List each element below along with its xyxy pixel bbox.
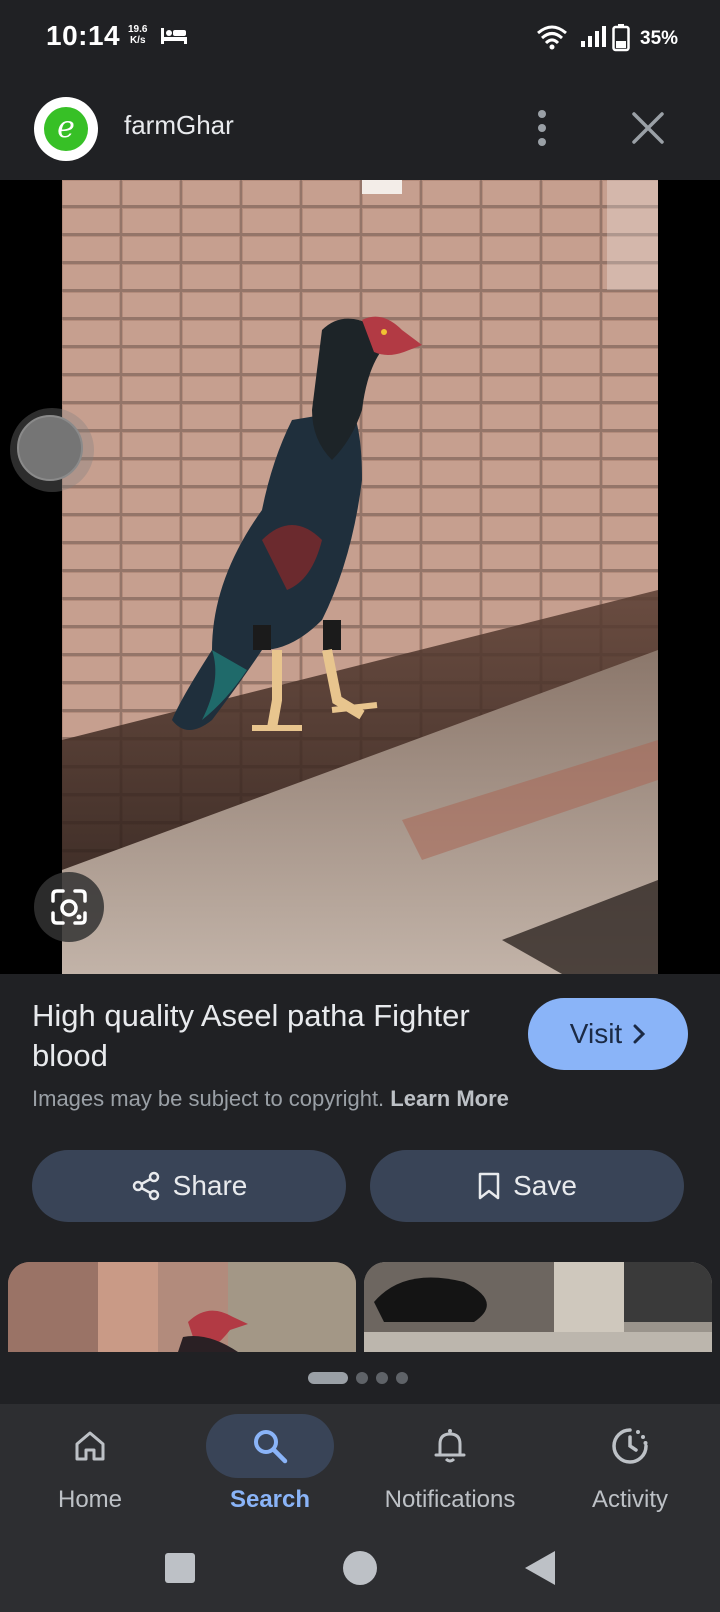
bed-icon	[161, 28, 187, 44]
nav-label-search: Search	[229, 1486, 311, 1513]
related-image-1	[8, 1262, 356, 1352]
bell-icon	[434, 1429, 466, 1463]
nav-item-search[interactable]: Search	[180, 1404, 360, 1530]
nav-label-activity: Activity	[591, 1486, 668, 1513]
page-dot	[396, 1372, 408, 1384]
copyright-notice: Images may be subject to copyright. Lear…	[32, 1086, 509, 1112]
share-button[interactable]: Share	[32, 1150, 346, 1222]
search-icon	[254, 1430, 288, 1464]
net-speed: 19.6 K/s	[128, 24, 147, 46]
nav-item-home[interactable]: Home	[0, 1404, 180, 1530]
site-name[interactable]: farmGhar	[124, 110, 234, 141]
bottom-navigation: Home Search Notifications Activity	[0, 1404, 720, 1530]
page-dot	[356, 1372, 368, 1384]
share-icon	[132, 1171, 159, 1201]
home-circle-icon[interactable]	[342, 1550, 378, 1586]
wifi-icon	[537, 25, 567, 50]
page-indicator	[308, 1370, 408, 1386]
battery-icon	[612, 24, 630, 52]
visit-button[interactable]: Visit	[528, 998, 688, 1070]
net-speed-value: 19.6	[128, 24, 148, 35]
home-icon	[75, 1431, 105, 1461]
google-lens-icon	[51, 889, 87, 925]
related-image-thumbnail[interactable]	[364, 1262, 712, 1352]
nav-icon-container	[206, 1414, 334, 1478]
related-image-thumbnail[interactable]	[8, 1262, 356, 1352]
status-time: 10:14	[46, 20, 121, 51]
viewer-header	[0, 80, 720, 180]
save-label: Save	[513, 1170, 577, 1201]
more-options-icon[interactable]	[534, 108, 550, 148]
nav-label-home: Home	[57, 1486, 123, 1513]
nav-icon-container	[386, 1414, 514, 1478]
page-dot	[376, 1372, 388, 1384]
drag-handle[interactable]	[10, 408, 94, 492]
nav-item-notifications[interactable]: Notifications	[360, 1404, 540, 1530]
page-dot-active	[308, 1372, 348, 1384]
bookmark-icon	[478, 1172, 500, 1200]
result-title[interactable]: High quality Aseel patha Fighter blood	[32, 996, 472, 1076]
nav-item-activity[interactable]: Activity	[540, 1404, 720, 1530]
signal-icon	[581, 26, 606, 47]
net-speed-unit: K/s	[129, 35, 146, 46]
save-button[interactable]: Save	[370, 1150, 684, 1222]
recents-icon[interactable]	[164, 1552, 196, 1584]
share-label: Share	[172, 1170, 248, 1201]
activity-icon	[612, 1428, 648, 1464]
site-logo-mark: e	[44, 107, 88, 151]
site-logo[interactable]: e	[34, 97, 98, 161]
visit-label: Visit	[569, 1018, 623, 1049]
nav-icon-container	[26, 1414, 154, 1478]
copyright-text: Images may be subject to copyright.	[32, 1086, 385, 1111]
battery-percent: 35%	[640, 28, 679, 49]
chevron-right-icon	[633, 1024, 646, 1044]
lens-button[interactable]	[34, 872, 104, 942]
related-image-2	[364, 1262, 712, 1352]
close-icon[interactable]	[630, 110, 666, 146]
image-viewer[interactable]	[0, 180, 720, 974]
drag-handle-knob	[17, 415, 83, 481]
back-icon[interactable]	[524, 1550, 556, 1586]
nav-icon-container	[566, 1414, 694, 1478]
result-image	[62, 180, 658, 974]
learn-more-link[interactable]: Learn More	[390, 1086, 509, 1111]
system-navigation-bar	[0, 1530, 720, 1612]
nav-label-notifications: Notifications	[384, 1486, 516, 1513]
